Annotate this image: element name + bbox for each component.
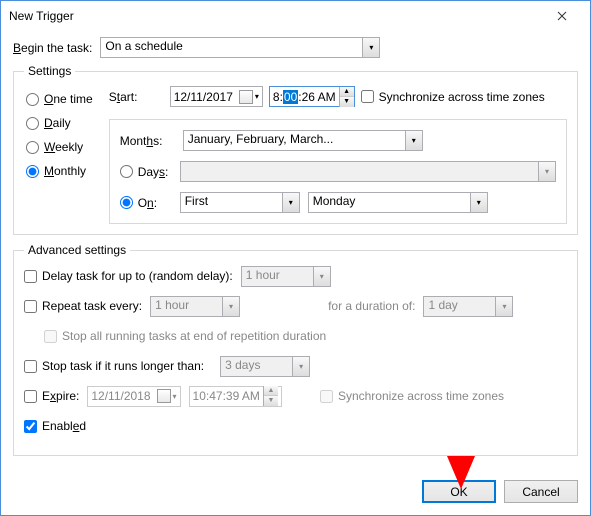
repeat-value: 1 hour [151, 297, 222, 316]
sync2-label: Synchronize across time zones [338, 389, 504, 403]
delay-value: 1 hour [242, 267, 313, 286]
titlebar: New Trigger [1, 1, 590, 31]
chevron-down-icon: ▾ [282, 193, 299, 212]
on-day-select[interactable]: Monday ▾ [308, 192, 488, 213]
spin-down-icon: ▼ [340, 97, 354, 107]
expire-time-picker: 10:47:39 AM ▲▼ [189, 386, 282, 407]
advanced-settings-group: Advanced settings Delay task for up to (… [13, 243, 578, 456]
dialog-content: Begin the task: On a schedule ▾ Settings… [1, 31, 590, 476]
enabled-checkbox[interactable]: Enabled [24, 419, 86, 433]
begin-task-row: Begin the task: On a schedule ▾ [13, 37, 578, 58]
begin-task-select[interactable]: On a schedule ▾ [100, 37, 380, 58]
frequency-column: One time Daily Weekly Monthly [24, 86, 93, 224]
radio-daily[interactable]: Daily [26, 116, 93, 130]
chevron-down-icon: ▾ [292, 357, 309, 376]
radio-days[interactable]: Days: [120, 165, 172, 179]
cancel-button[interactable]: Cancel [504, 480, 578, 503]
time-spinner: ▲▼ [263, 386, 278, 406]
radio-on[interactable]: On: [120, 196, 172, 210]
start-time-hour: 8: [273, 90, 283, 104]
chevron-down-icon: ▾ [313, 267, 330, 286]
chevron-down-icon: ▾ [538, 162, 555, 181]
schedule-right-column: Start: 12/11/2017 ▾ 8:00:26 AM ▲▼ Synchr… [109, 86, 567, 224]
start-row: Start: 12/11/2017 ▾ 8:00:26 AM ▲▼ Synchr… [109, 86, 567, 107]
months-label: Months: [120, 134, 175, 148]
stop-if-label: Stop task if it runs longer than: [42, 359, 204, 373]
on-day-value: Monday [309, 193, 470, 212]
calendar-icon [157, 389, 171, 403]
settings-legend: Settings [24, 64, 75, 78]
radio-one-time[interactable]: One time [26, 92, 93, 106]
expire-date-picker: 12/11/2018 ▾ [87, 386, 180, 407]
expire-checkbox[interactable]: Expire: [24, 389, 79, 403]
close-button[interactable] [542, 4, 582, 28]
on-week-value: First [181, 193, 282, 212]
duration-value: 1 day [424, 297, 495, 316]
months-value: January, February, March... [184, 131, 405, 150]
start-date-value: 12/11/2017 [174, 90, 233, 104]
repeat-checkbox[interactable]: Repeat task every: [24, 299, 142, 313]
delay-checkbox[interactable]: Delay task for up to (random delay): [24, 269, 233, 283]
monthly-options: Months: January, February, March... ▾ Da… [109, 119, 567, 224]
days-value [181, 162, 538, 181]
duration-select: 1 day ▾ [423, 296, 513, 317]
settings-group: Settings One time Daily Weekly Monthly S… [13, 64, 578, 235]
start-label: Start: [109, 90, 164, 104]
chevron-down-icon: ▾ [362, 38, 379, 57]
chevron-down-icon: ▾ [222, 297, 239, 316]
new-trigger-dialog: New Trigger Begin the task: On a schedul… [0, 0, 591, 516]
start-time-minute: 00 [283, 90, 298, 104]
stop-all-label: Stop all running tasks at end of repetit… [62, 329, 326, 343]
stop-if-checkbox[interactable]: Stop task if it runs longer than: [24, 359, 204, 373]
sync2-checkbox: Synchronize across time zones [320, 389, 504, 403]
stop-all-checkbox: Stop all running tasks at end of repetit… [44, 329, 326, 343]
stop-if-value: 3 days [221, 357, 292, 376]
chevron-down-icon: ▾ [405, 131, 422, 150]
close-icon [557, 11, 567, 21]
duration-label: for a duration of: [328, 299, 415, 313]
spin-down-icon: ▼ [264, 396, 278, 406]
ok-button[interactable]: OK [422, 480, 496, 503]
months-select[interactable]: January, February, March... ▾ [183, 130, 423, 151]
time-spinner[interactable]: ▲▼ [339, 87, 354, 107]
expire-time-value: 10:47:39 AM [193, 389, 260, 403]
calendar-icon [239, 90, 253, 104]
sync-timezones-label: Synchronize across time zones [379, 90, 545, 104]
chevron-down-icon: ▾ [173, 392, 177, 401]
advanced-legend: Advanced settings [24, 243, 130, 257]
start-date-picker[interactable]: 12/11/2017 ▾ [170, 86, 263, 107]
start-time-picker[interactable]: 8:00:26 AM ▲▼ [269, 86, 355, 107]
begin-task-label: Begin the task: [13, 41, 92, 55]
start-time-rest: :26 AM [298, 90, 335, 104]
chevron-down-icon: ▾ [470, 193, 487, 212]
delay-select: 1 hour ▾ [241, 266, 331, 287]
chevron-down-icon: ▾ [255, 92, 259, 101]
sync-timezones-checkbox[interactable]: Synchronize across time zones [361, 90, 545, 104]
chevron-down-icon: ▾ [495, 297, 512, 316]
radio-weekly[interactable]: Weekly [26, 140, 93, 154]
spin-up-icon: ▲ [264, 386, 278, 396]
on-week-select[interactable]: First ▾ [180, 192, 300, 213]
radio-monthly[interactable]: Monthly [26, 164, 93, 178]
expire-date-value: 12/11/2018 [91, 389, 150, 403]
stop-if-select: 3 days ▾ [220, 356, 310, 377]
dialog-buttons: OK Cancel [422, 480, 578, 503]
repeat-every-select: 1 hour ▾ [150, 296, 240, 317]
spin-up-icon: ▲ [340, 87, 354, 97]
begin-task-value: On a schedule [101, 38, 362, 57]
days-select: ▾ [180, 161, 556, 182]
window-title: New Trigger [9, 9, 542, 23]
